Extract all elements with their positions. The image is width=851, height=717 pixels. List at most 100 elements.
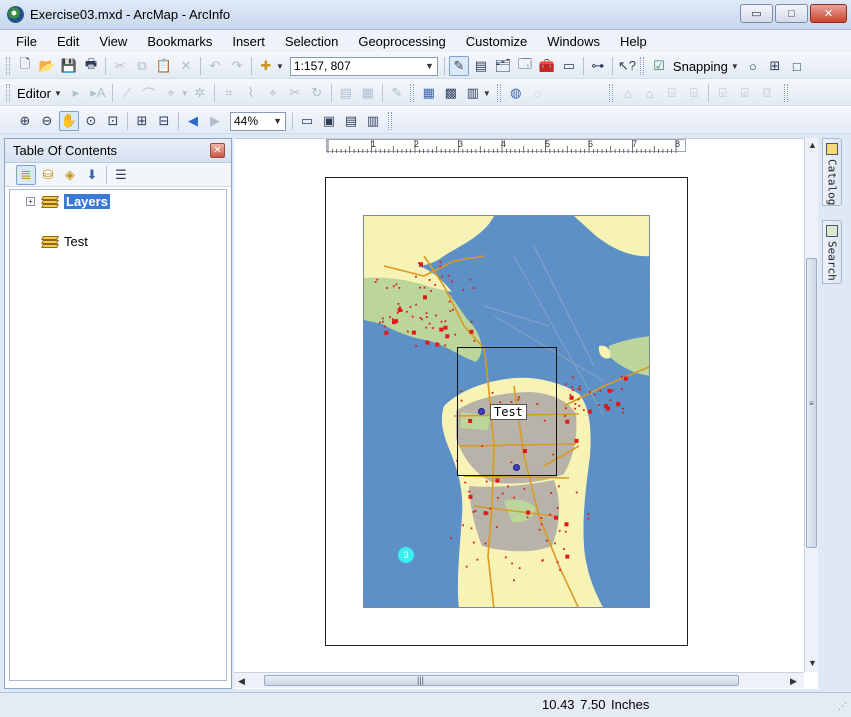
toolbar-grip[interactable] — [6, 84, 10, 102]
vertex-snapping-icon[interactable]: □ — [787, 56, 807, 76]
toggle-draft-mode-icon[interactable]: ▭ — [297, 111, 317, 131]
modelbuilder-icon[interactable]: ⊶ — [588, 56, 608, 76]
menu-customize[interactable]: Customize — [464, 33, 529, 50]
point-tool-icon[interactable]: ✲ — [190, 83, 210, 103]
effects-icon[interactable]: ◌ — [528, 83, 548, 103]
table-of-contents-icon[interactable]: ▤ — [471, 56, 491, 76]
fixed-zoom-in-icon[interactable]: ⊞ — [132, 111, 152, 131]
scroll-left-icon[interactable]: ◀ — [238, 676, 245, 687]
vertical-scroll-thumb[interactable]: ≡ — [806, 258, 817, 548]
menu-help[interactable]: Help — [618, 33, 649, 50]
topology-icon[interactable]: ⌂ — [618, 83, 638, 103]
geometric-network-icon[interactable]: ⌸ — [662, 83, 682, 103]
map-text-label[interactable]: Test — [490, 404, 527, 420]
focus-data-frame-icon[interactable]: ▣ — [319, 111, 339, 131]
cut-polygons-icon[interactable]: ⌖ — [263, 83, 283, 103]
undo-icon[interactable]: ↶ — [205, 56, 225, 76]
list-by-selection-icon[interactable]: ⬇ — [82, 165, 102, 185]
data-driven-pages-icon[interactable]: ▥ — [363, 111, 383, 131]
zoom-100-percent-icon[interactable]: ⊡ — [103, 111, 123, 131]
scroll-down-icon[interactable]: ▼ — [808, 658, 817, 668]
expand-icon[interactable]: + — [26, 197, 35, 206]
rotate-icon[interactable]: ↻ — [307, 83, 327, 103]
scroll-up-icon[interactable]: ▲ — [808, 140, 817, 150]
layout-zoom-combobox[interactable]: 44% ▼ — [230, 111, 286, 131]
snapping-menu-button[interactable]: Snapping ▼ — [670, 59, 742, 74]
copy-icon[interactable]: ⧉ — [132, 56, 152, 76]
editor-menu-button[interactable]: Editor ▼ — [14, 86, 65, 101]
menu-view[interactable]: View — [97, 33, 129, 50]
search-dock-tab[interactable]: Search — [822, 220, 842, 284]
snapping-toolbar-icon[interactable]: ☑ — [649, 56, 669, 76]
edit-vertices-icon[interactable]: ⌗ — [219, 83, 239, 103]
pan-hand-icon[interactable]: ✋ — [59, 111, 79, 131]
map-scale-combobox[interactable]: 1:157, 807 ▼ — [289, 56, 438, 76]
data-frame-layers[interactable]: + Layers — [26, 194, 110, 209]
reshape-icon[interactable]: ⌇ — [241, 83, 261, 103]
list-by-drawing-order-icon[interactable]: ≣ — [16, 164, 36, 185]
point-snapping-icon[interactable]: ○ — [743, 56, 763, 76]
fixed-zoom-out-icon[interactable]: ⊟ — [154, 111, 174, 131]
toc-options-icon[interactable]: ☰ — [111, 165, 131, 185]
maximize-button[interactable]: □ — [775, 4, 808, 23]
minimize-button[interactable]: ▭ — [740, 4, 773, 23]
cut-icon[interactable]: ✂ — [110, 56, 130, 76]
flag-icon[interactable]: ⌹ — [684, 83, 704, 103]
sketch-properties-icon[interactable]: ▦ — [358, 83, 378, 103]
forward-extent-icon[interactable]: ▶ — [205, 111, 225, 131]
georeferencing-icon[interactable]: ◍ — [506, 83, 526, 103]
zoom-in-icon[interactable]: ⊕ — [15, 111, 35, 131]
horizontal-scroll-thumb[interactable]: ||| — [264, 675, 739, 686]
open-folder-icon[interactable]: 📂 — [37, 56, 57, 76]
horizontal-scrollbar[interactable]: ◀ ||| ▶ — [234, 672, 804, 688]
map-number-marker[interactable]: 3 — [398, 547, 414, 563]
edit-annotation-icon[interactable]: ▸A — [88, 83, 108, 103]
trace-icon[interactable]: ⌖ — [161, 83, 181, 103]
save-icon[interactable]: 💾 — [59, 56, 79, 76]
menu-edit[interactable]: Edit — [55, 33, 81, 50]
search-window-icon[interactable]: 🗔 — [515, 56, 535, 76]
arctoolbox-icon[interactable]: 🧰 — [537, 56, 557, 76]
zoom-whole-page-icon[interactable]: ⊙ — [81, 111, 101, 131]
add-data-icon[interactable]: ✚ — [256, 56, 276, 76]
paste-icon[interactable]: 📋 — [154, 56, 174, 76]
catalog-window-icon[interactable]: 🗂 — [493, 56, 513, 76]
attributes-icon[interactable]: ▤ — [336, 83, 356, 103]
scroll-right-icon[interactable]: ▶ — [790, 676, 797, 687]
change-layout-icon[interactable]: ▤ — [341, 111, 361, 131]
analysis-options-icon[interactable]: ⌼ — [757, 83, 777, 103]
delete-icon[interactable]: ✕ — [176, 56, 196, 76]
list-by-source-icon[interactable]: ⛁ — [38, 165, 58, 185]
map-marker[interactable] — [513, 464, 520, 471]
toc-close-icon[interactable]: ✕ — [210, 143, 225, 158]
trace-result-icon[interactable]: ⌻ — [735, 83, 755, 103]
menu-windows[interactable]: Windows — [545, 33, 602, 50]
create-features-icon[interactable]: ✎ — [387, 83, 407, 103]
back-extent-icon[interactable]: ◀ — [183, 111, 203, 131]
redo-icon[interactable]: ↷ — [227, 56, 247, 76]
end-snapping-icon[interactable]: ⊞ — [765, 56, 785, 76]
new-document-icon[interactable]: 🗋 — [15, 56, 35, 76]
resize-grip-icon[interactable]: ⋰ — [838, 701, 847, 712]
editor-toolbar-icon[interactable]: ✎ — [448, 56, 469, 76]
whats-this-icon[interactable]: ↖? — [617, 56, 637, 76]
catalog-dock-tab[interactable]: Catalog — [822, 138, 842, 206]
end-point-arc-icon[interactable]: ⌒ — [139, 83, 159, 103]
map-marker[interactable] — [478, 408, 485, 415]
vertical-scrollbar[interactable]: ▲ ≡ ▼ — [804, 138, 818, 672]
menu-bookmarks[interactable]: Bookmarks — [145, 33, 214, 50]
layout-toolbar-icon[interactable]: ▦ — [419, 83, 439, 103]
toolbar-grip[interactable] — [6, 57, 10, 75]
menu-selection[interactable]: Selection — [283, 33, 340, 50]
layout-table-icon[interactable]: ▥ — [463, 83, 483, 103]
menu-geoprocessing[interactable]: Geoprocessing — [356, 33, 447, 50]
network-icon[interactable]: ⌂ — [640, 83, 660, 103]
list-by-visibility-icon[interactable]: ◈ — [60, 165, 80, 185]
python-window-icon[interactable]: ▭ — [559, 56, 579, 76]
data-frame-test[interactable]: Test — [41, 234, 88, 249]
straight-segment-icon[interactable]: ⟋ — [117, 83, 137, 103]
close-button[interactable]: ✕ — [810, 4, 847, 23]
trace-task-icon[interactable]: ⌺ — [713, 83, 733, 103]
print-icon[interactable]: 🖶 — [81, 56, 101, 76]
menu-insert[interactable]: Insert — [230, 33, 267, 50]
